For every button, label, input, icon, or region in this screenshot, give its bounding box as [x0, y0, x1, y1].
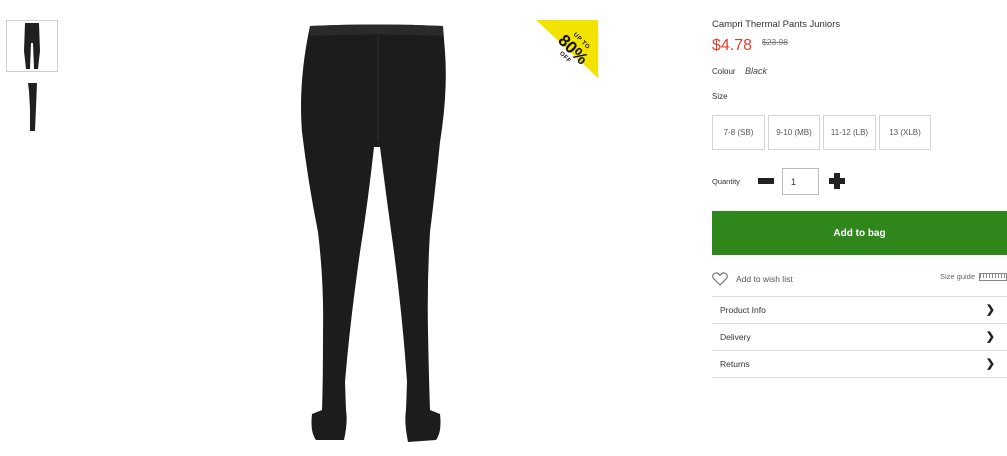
size-option-13[interactable]: 13 (XLB) — [879, 115, 931, 150]
size-label: Size — [712, 92, 728, 101]
size-option-11-12[interactable]: 11-12 (LB) — [823, 115, 876, 150]
product-was-price: $23.98 — [762, 37, 788, 47]
product-main-image — [301, 24, 446, 442]
accordion-product-info[interactable]: Product Info ❯ — [712, 296, 1007, 324]
size-guide-link[interactable]: Size guide — [940, 272, 1007, 281]
quantity-decrease-button[interactable] — [758, 178, 774, 184]
accordion-label-returns: Returns — [720, 359, 750, 369]
quantity-input[interactable] — [782, 168, 819, 195]
product-title: Campri Thermal Pants Juniors — [712, 19, 841, 30]
quantity-label: Quantity — [712, 177, 740, 186]
accordion-delivery[interactable]: Delivery ❯ — [712, 324, 1007, 351]
accordion-label-delivery: Delivery — [720, 332, 751, 342]
product-price: $4.78 — [712, 37, 753, 54]
colour-value: Black — [745, 66, 768, 76]
accordion-returns[interactable]: Returns ❯ — [712, 351, 1007, 378]
colour-label: Colour — [712, 67, 736, 76]
add-to-wishlist-button[interactable]: Add to wish list — [712, 271, 793, 287]
size-option-7-8[interactable]: 7-8 (SB) — [712, 115, 765, 150]
promo-badge: UP TO 80% OFF — [536, 20, 598, 78]
pants-thumbnail-image — [24, 23, 40, 69]
chevron-right-icon: ❯ — [985, 358, 995, 370]
accordion-label-product-info: Product Info — [720, 305, 766, 315]
thumbnail-front[interactable] — [6, 20, 58, 72]
pants-side-thumbnail-image — [28, 83, 37, 131]
thumbnail-side[interactable] — [6, 80, 58, 132]
quantity-increase-button[interactable] — [829, 173, 845, 189]
size-guide-label: Size guide — [939, 272, 975, 281]
size-option-9-10[interactable]: 9-10 (MB) — [768, 115, 820, 150]
add-to-bag-button[interactable]: Add to bag — [712, 211, 1007, 255]
chevron-right-icon: ❯ — [985, 304, 995, 316]
wishlist-label: Add to wish list — [736, 274, 793, 284]
chevron-right-icon: ❯ — [985, 331, 995, 343]
heart-icon — [712, 272, 728, 286]
ruler-icon — [979, 272, 1007, 281]
